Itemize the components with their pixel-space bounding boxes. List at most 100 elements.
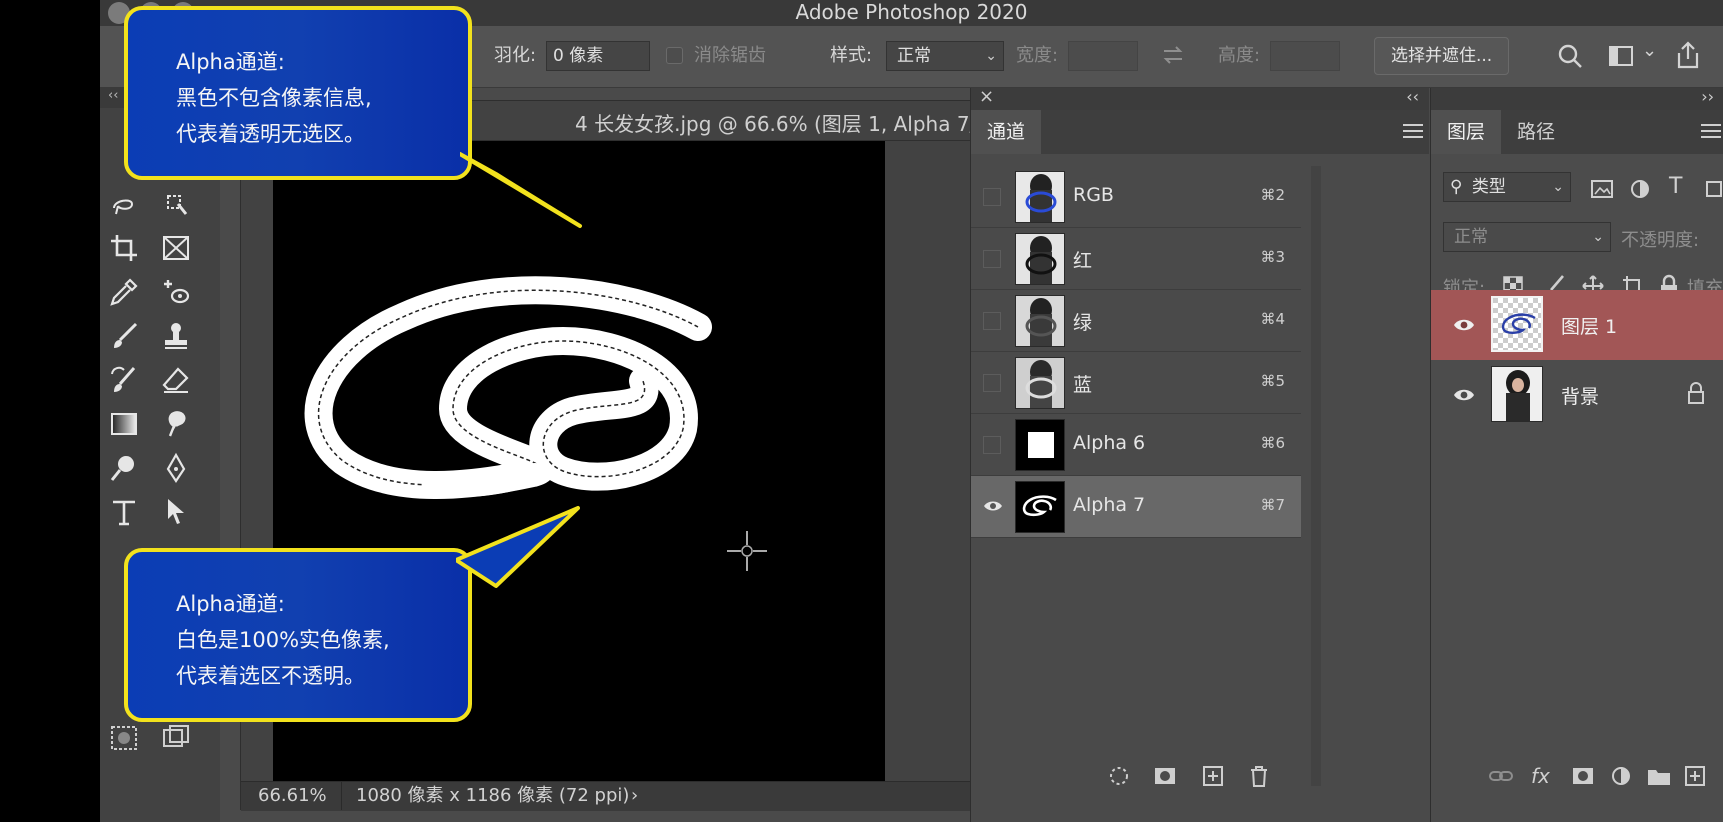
layer-thumbnail <box>1491 366 1543 422</box>
channel-thumbnail <box>1015 295 1065 347</box>
adjustment-layer-icon[interactable] <box>1607 762 1635 790</box>
layer-row-background[interactable]: 背景 <box>1431 360 1723 430</box>
channel-row-rgb[interactable]: RGB ⌘2 <box>971 166 1301 228</box>
channel-row-alpha-7[interactable]: Alpha 7 ⌘7 <box>971 476 1301 538</box>
height-input[interactable] <box>1270 41 1340 71</box>
frame-tool[interactable] <box>160 232 200 268</box>
path-selection-tool[interactable] <box>160 496 200 532</box>
photoshop-window: Adobe Photoshop 2020 羽化: 0 像素 消除锯齿 样式: 正… <box>100 0 1723 822</box>
layer-row-layer-1[interactable]: 图层 1 <box>1431 290 1723 360</box>
blend-mode-dropdown[interactable]: 正常 ⌄ <box>1443 222 1611 252</box>
antialias-label: 消除锯齿 <box>694 45 766 66</box>
channel-thumbnail <box>1015 233 1065 285</box>
channel-row-red[interactable]: 红 ⌘3 <box>971 228 1301 290</box>
callout-bottom-line3: 代表着选区不透明。 <box>176 664 365 688</box>
width-label: 宽度: <box>1016 45 1059 66</box>
antialias-checkbox[interactable] <box>666 47 683 64</box>
layer-filter-dropdown[interactable]: ⚲ 类型 ⌄ <box>1443 172 1571 202</box>
load-selection-icon[interactable] <box>1105 762 1133 790</box>
callout-bottom-line2: 白色是100%实色像素, <box>176 628 390 652</box>
feather-input[interactable]: 0 像素 <box>546 41 650 71</box>
lasso-tool[interactable] <box>108 188 148 224</box>
smudge-tool[interactable] <box>160 408 200 444</box>
workspace-icon[interactable] <box>1608 44 1634 73</box>
callout-top-line3: 代表着透明无选区。 <box>176 122 365 146</box>
style-label: 样式: <box>830 45 873 66</box>
save-selection-icon[interactable] <box>1151 762 1179 790</box>
panel-menu-icon[interactable] <box>1403 120 1423 142</box>
eraser-tool[interactable] <box>160 364 200 400</box>
chevron-down-icon: ⌄ <box>1592 229 1604 245</box>
status-bar: 66.61% 1080 像素 x 1186 像素 (72 ppi) › <box>241 781 1045 811</box>
collapse-icon[interactable]: ‹‹ <box>1406 87 1419 106</box>
brush-tool[interactable] <box>108 320 148 356</box>
history-brush-tool[interactable] <box>108 364 148 400</box>
channel-thumbnail <box>1015 419 1065 471</box>
shape-filter-icon[interactable] <box>1703 178 1723 200</box>
opacity-label: 不透明度: <box>1621 230 1700 251</box>
share-icon[interactable] <box>1674 40 1702 75</box>
channel-shortcut: ⌘7 <box>1260 496 1285 514</box>
fx-icon[interactable]: fx <box>1531 762 1559 790</box>
search-icon: ⚲ <box>1450 177 1463 197</box>
gradient-tool[interactable] <box>108 408 148 444</box>
blend-mode-value: 正常 <box>1454 227 1488 247</box>
image-filter-icon[interactable] <box>1591 180 1613 198</box>
tab-paths[interactable]: 路径 <box>1501 110 1571 154</box>
layer-filter-value: 类型 <box>1471 177 1506 197</box>
chevron-down-icon: ⌄ <box>1552 179 1564 195</box>
eye-icon[interactable] <box>1453 384 1475 406</box>
new-layer-icon[interactable] <box>1681 762 1709 790</box>
close-icon[interactable]: × <box>979 86 994 107</box>
workspace-chevron-icon[interactable]: ⌄ <box>1642 40 1657 61</box>
visibility-toggle[interactable] <box>983 436 1001 454</box>
visibility-toggle[interactable] <box>983 312 1001 330</box>
spot-healing-tool[interactable] <box>160 276 200 312</box>
dodge-tool[interactable] <box>108 452 148 488</box>
folder-icon[interactable] <box>1645 762 1673 790</box>
panel-menu-icon[interactable] <box>1701 120 1721 142</box>
channel-name: Alpha 7 <box>1073 494 1146 516</box>
crop-tool[interactable] <box>108 232 148 268</box>
layer-name: 背景 <box>1561 386 1600 408</box>
type-tool[interactable] <box>108 496 148 532</box>
screen-mode-icon[interactable] <box>160 722 200 758</box>
stamp-tool[interactable] <box>160 320 200 356</box>
channel-name: 绿 <box>1073 312 1093 334</box>
type-filter-icon[interactable]: T <box>1669 174 1682 199</box>
search-icon[interactable] <box>1556 42 1584 75</box>
channel-row-green[interactable]: 绿 ⌘4 <box>971 290 1301 352</box>
link-icon[interactable] <box>1487 762 1515 790</box>
document-tab-title: 4 长发女孩.jpg @ 66.6% (图层 1, Alpha 7/8) * <box>575 112 1014 136</box>
new-channel-icon[interactable] <box>1199 762 1227 790</box>
width-input[interactable] <box>1068 41 1138 71</box>
quick-mask-icon[interactable] <box>108 722 148 758</box>
swap-icon[interactable] <box>1160 42 1186 73</box>
zoom-readout[interactable]: 66.61% <box>258 782 327 810</box>
callout-top-line2: 黑色不包含像素信息, <box>176 86 372 110</box>
tab-channels[interactable]: 通道 <box>971 110 1042 154</box>
channels-scrollbar[interactable] <box>1311 166 1321 786</box>
eye-icon[interactable] <box>983 496 1003 516</box>
visibility-toggle[interactable] <box>983 374 1001 392</box>
channel-row-alpha-6[interactable]: Alpha 6 ⌘6 <box>971 414 1301 476</box>
quick-select-tool[interactable] <box>160 188 200 224</box>
eyedropper-tool[interactable] <box>108 276 148 312</box>
chevron-down-icon: ⌄ <box>985 48 997 64</box>
pen-tool[interactable] <box>160 452 200 488</box>
visibility-toggle[interactable] <box>983 188 1001 206</box>
visibility-toggle[interactable] <box>983 250 1001 268</box>
expand-icon[interactable]: ›› <box>1701 87 1714 106</box>
height-label: 高度: <box>1218 45 1261 66</box>
channel-row-blue[interactable]: 蓝 ⌘5 <box>971 352 1301 414</box>
trash-icon[interactable] <box>1245 762 1273 790</box>
lock-icon[interactable] <box>1687 382 1705 404</box>
eye-icon[interactable] <box>1453 314 1475 336</box>
chevron-right-icon[interactable]: › <box>631 782 638 810</box>
adjustment-filter-icon[interactable] <box>1629 178 1651 200</box>
select-and-mask-button[interactable]: 选择并遮住... <box>1374 37 1510 75</box>
layer-mask-icon[interactable] <box>1569 762 1597 790</box>
tab-layers[interactable]: 图层 <box>1431 110 1502 154</box>
layers-panel: ›› 图层 路径 ⚲ 类型 ⌄ T 正常 ⌄ 不透明度: 锁定: 填充: <box>1430 87 1723 822</box>
style-dropdown[interactable]: 正常 ⌄ <box>886 41 1004 71</box>
